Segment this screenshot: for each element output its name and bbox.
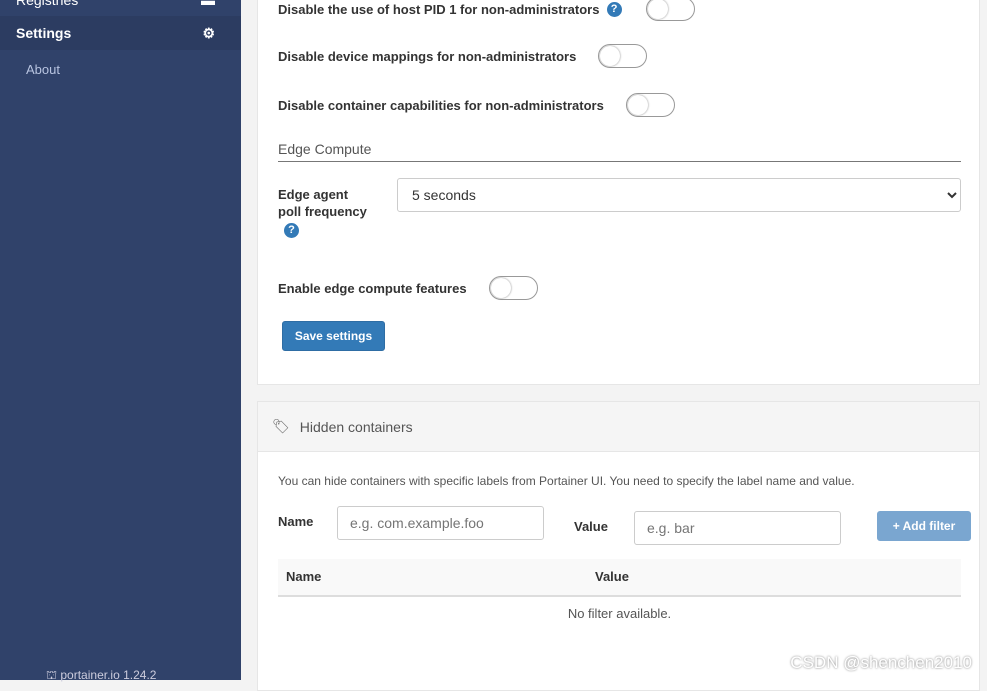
host-pid-toggle[interactable] xyxy=(645,0,695,21)
help-icon[interactable]: ? xyxy=(284,223,299,238)
device-mappings-row: Disable device mappings for non-administ… xyxy=(278,44,648,68)
poll-frequency-text: Edge agent poll frequency xyxy=(278,187,367,219)
panel-title: Hidden containers xyxy=(299,418,413,435)
host-pid-label: Disable the use of host PID 1 for non-ad… xyxy=(278,1,600,17)
panel-header: 🏷 Hidden containers xyxy=(258,402,979,452)
capabilities-row: Disable container capabilities for non-a… xyxy=(278,93,675,117)
sidebar-item-settings[interactable]: Settings ⚙ xyxy=(0,16,241,50)
sidebar-item-about[interactable]: About xyxy=(0,52,241,86)
capabilities-toggle[interactable] xyxy=(625,93,675,117)
edge-compute-heading: Edge Compute xyxy=(278,141,961,162)
hidden-containers-panel: 🏷 Hidden containers You can hide containe… xyxy=(257,401,980,691)
sidebar-item-label: Registries xyxy=(16,0,79,8)
watermark: CSDN @shenchen2010 xyxy=(790,653,972,672)
name-input[interactable] xyxy=(337,506,544,540)
database-icon: ▬ xyxy=(201,0,215,8)
capabilities-label: Disable container capabilities for non-a… xyxy=(278,97,604,113)
poll-frequency-select[interactable]: 5 seconds xyxy=(397,178,961,212)
edge-features-label: Enable edge compute features xyxy=(278,280,467,296)
poll-frequency-label: Edge agent poll frequency? xyxy=(278,186,368,238)
device-mappings-toggle[interactable] xyxy=(598,44,648,68)
filter-table-header: Name Value xyxy=(278,559,961,597)
name-label: Name xyxy=(278,514,314,529)
sidebar-item-registries[interactable]: Registries ▬ xyxy=(0,0,241,17)
settings-panel: Disable the use of host PID 1 for non-ad… xyxy=(257,0,980,385)
edge-features-row: Enable edge compute features xyxy=(278,276,538,300)
hidden-description: You can hide containers with specific la… xyxy=(278,474,855,488)
sidebar-item-label: About xyxy=(26,61,60,77)
save-settings-button[interactable]: Save settings xyxy=(282,321,385,351)
version-footer: ⛫ portainer.io 1.24.2 xyxy=(46,668,157,682)
value-input[interactable] xyxy=(634,511,841,545)
tags-icon: 🏷 xyxy=(272,418,290,434)
device-mappings-label: Disable device mappings for non-administ… xyxy=(278,48,577,64)
column-name[interactable]: Name xyxy=(286,569,321,584)
cogs-icon: ⚙ xyxy=(202,24,215,41)
value-label: Value xyxy=(574,519,608,534)
add-filter-button[interactable]: + Add filter xyxy=(877,511,971,541)
edge-features-toggle[interactable] xyxy=(488,276,538,300)
sidebar: Registries ▬ Settings ⚙ About ⛫ portainer.… xyxy=(0,0,241,682)
sidebar-item-label: Settings xyxy=(16,25,72,41)
help-icon[interactable]: ? xyxy=(606,1,622,17)
empty-message: No filter available. xyxy=(567,606,672,621)
column-value[interactable]: Value xyxy=(595,569,629,584)
host-pid-row: Disable the use of host PID 1 for non-ad… xyxy=(278,0,695,21)
